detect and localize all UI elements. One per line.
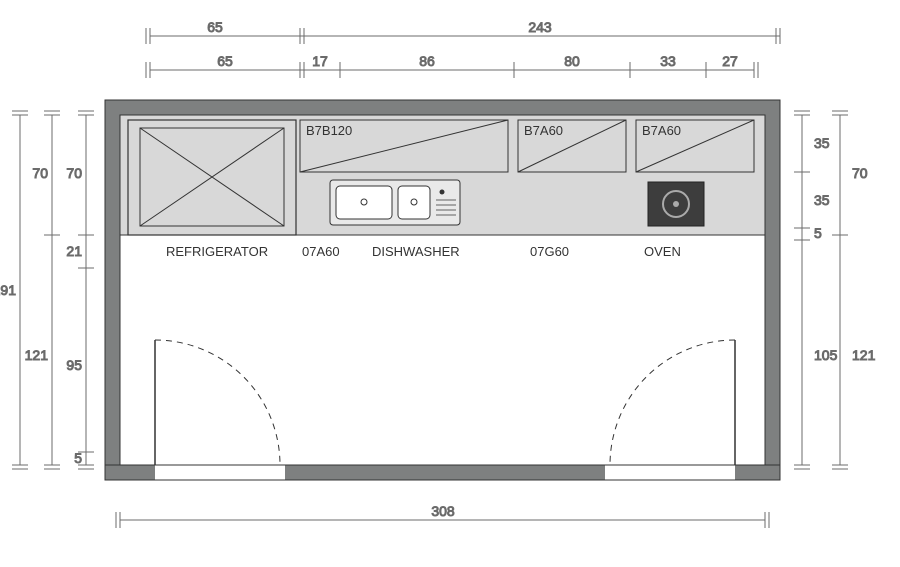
dim-left-70: 70	[32, 165, 48, 181]
upper-cabinet-3-label: B7A60	[642, 123, 681, 138]
label-07g60: 07G60	[530, 244, 569, 259]
dim-right-105: 105	[814, 347, 838, 363]
dim-left-95: 95	[66, 357, 82, 373]
upper-cabinet-1: B7B120	[300, 120, 508, 172]
label-refrigerator: REFRIGERATOR	[166, 244, 268, 259]
dim-left-5: 5	[74, 450, 82, 466]
dim-bottom: 308	[431, 503, 455, 519]
dimensions-right: 35 35 5 105 70 121	[794, 111, 876, 469]
dim-left-121: 121	[25, 347, 49, 363]
dim-top2-a: 65	[217, 53, 233, 69]
kitchen-floorplan: B7B120 B7A60 B7A60 REFRIGERATOR 07A	[0, 0, 900, 567]
dimensions-top-row1: 65 243	[146, 19, 780, 44]
dim-top2-b: 17	[312, 53, 328, 69]
sink	[330, 180, 460, 225]
dim-top1-a: 65	[207, 19, 223, 35]
dim-left-191: 191	[0, 282, 16, 298]
label-dishwasher: DISHWASHER	[372, 244, 460, 259]
dimension-bottom: 308	[116, 503, 769, 528]
upper-cabinet-1-label: B7B120	[306, 123, 352, 138]
label-oven: OVEN	[644, 244, 681, 259]
label-07a60-1: 07A60	[302, 244, 340, 259]
dim-right-35b: 35	[814, 192, 830, 208]
dim-top2-c: 86	[419, 53, 435, 69]
dim-left-21: 21	[66, 243, 82, 259]
dim-right-5: 5	[814, 225, 822, 241]
dim-top1-b: 243	[528, 19, 552, 35]
dimensions-left: 191 70 121 70 21 95 5	[0, 111, 94, 469]
refrigerator	[128, 120, 296, 235]
dimensions-top-row2: 65 17 86 80 33 27	[146, 53, 758, 78]
dim-right-121: 121	[852, 347, 876, 363]
dim-top2-d: 80	[564, 53, 580, 69]
cooktop	[648, 182, 704, 226]
upper-cabinet-2-label: B7A60	[524, 123, 563, 138]
dim-right-70: 70	[852, 165, 868, 181]
dim-top2-f: 27	[722, 53, 738, 69]
dim-right-35a: 35	[814, 135, 830, 151]
upper-cabinet-3: B7A60	[636, 120, 754, 172]
dim-top2-e: 33	[660, 53, 676, 69]
dim-left-70b: 70	[66, 165, 82, 181]
upper-cabinet-2: B7A60	[518, 120, 626, 172]
